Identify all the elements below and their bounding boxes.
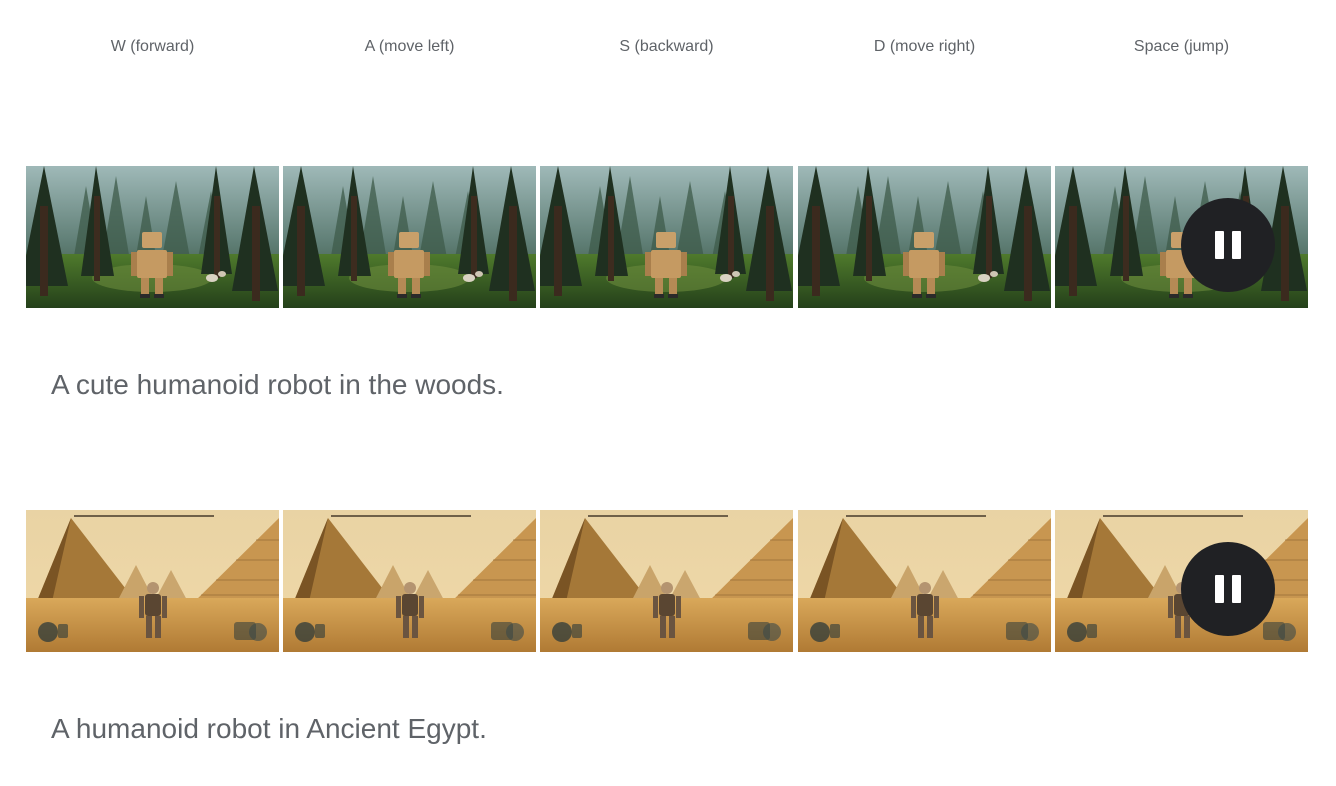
- egypt-frame-a: [283, 510, 536, 652]
- egypt-scene-image: [540, 510, 793, 652]
- egypt-caption: A humanoid robot in Ancient Egypt.: [51, 713, 487, 744]
- egypt-frame-s: [540, 510, 793, 652]
- egypt-scene-image: [798, 510, 1051, 652]
- key-labels-row: W (forward) A (move left) S (backward) D…: [26, 36, 1308, 60]
- key-label-w: W (forward): [110, 38, 195, 55]
- egypt-frame-w: [26, 510, 279, 652]
- forest-video-strip: [26, 166, 1308, 308]
- key-label-space: Space (jump): [1133, 38, 1230, 55]
- forest-frame-w: [26, 166, 279, 308]
- forest-scene-image: [283, 166, 536, 308]
- egypt-pause-button[interactable]: [1181, 542, 1275, 636]
- forest-caption: A cute humanoid robot in the woods.: [51, 369, 504, 400]
- forest-scene-image: [798, 166, 1051, 308]
- pause-icon: [1215, 575, 1241, 603]
- forest-frame-d: [798, 166, 1051, 308]
- egypt-frame-d: [798, 510, 1051, 652]
- egypt-scene-image: [26, 510, 279, 652]
- page: W (forward) A (move left) S (backward) D…: [0, 0, 1336, 786]
- key-label-s: S (backward): [619, 38, 714, 55]
- pause-icon: [1215, 231, 1241, 259]
- forest-scene-image: [26, 166, 279, 308]
- key-label-d: D (move right): [873, 38, 976, 55]
- egypt-video-strip: [26, 510, 1308, 652]
- forest-frame-s: [540, 166, 793, 308]
- forest-frame-a: [283, 166, 536, 308]
- forest-pause-button[interactable]: [1181, 198, 1275, 292]
- forest-scene-image: [540, 166, 793, 308]
- key-label-a: A (move left): [364, 38, 455, 55]
- egypt-scene-image: [283, 510, 536, 652]
